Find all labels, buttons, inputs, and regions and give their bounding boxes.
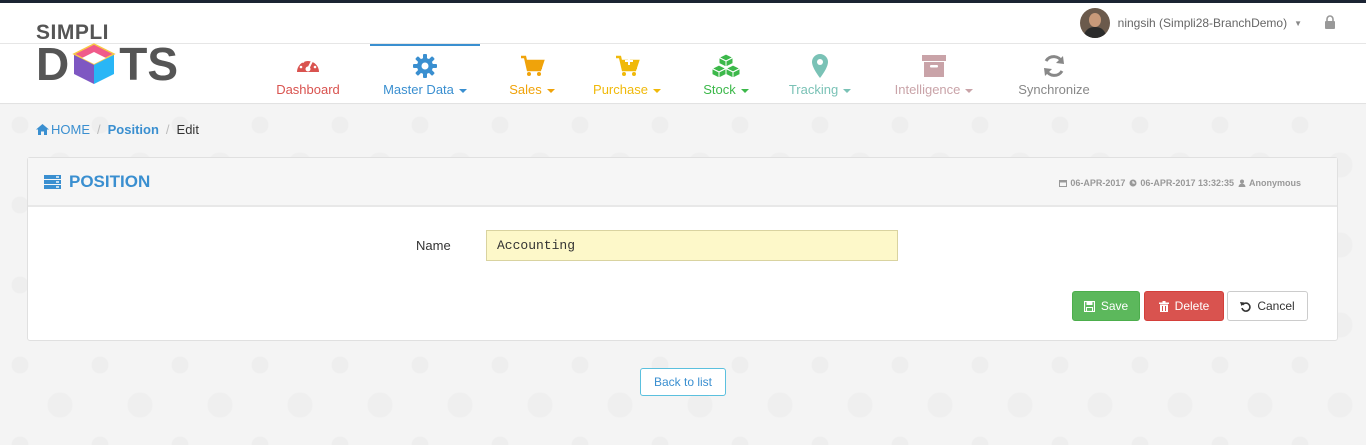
home-icon — [36, 123, 49, 135]
panel-title-text: POSITION — [69, 172, 151, 191]
nav-synchronize[interactable]: Synchronize — [1008, 44, 1100, 104]
breadcrumb-separator: / — [165, 121, 170, 137]
record-meta: 06-APR-2017 06-APR-2017 13:32:35 Anonymo… — [1059, 178, 1305, 188]
delete-button-label: Delete — [1174, 299, 1210, 313]
nav-sales[interactable]: Sales — [500, 44, 564, 104]
caret-down-icon — [652, 88, 661, 93]
logo[interactable]: SIMPLI D TS — [36, 21, 186, 91]
nav-label: Stock — [703, 82, 736, 97]
breadcrumb-current: Edit — [176, 121, 199, 137]
breadcrumb: HOME / Position / Edit — [36, 117, 199, 141]
trash-icon — [1158, 300, 1169, 312]
page-title: POSITION — [44, 172, 150, 192]
logo-letter-d: D — [36, 38, 70, 90]
breadcrumb-home-label: HOME — [51, 121, 90, 137]
save-button-label: Save — [1100, 299, 1129, 313]
cancel-button[interactable]: Cancel — [1227, 291, 1308, 321]
nav-label: Intelligence — [894, 82, 961, 97]
nav-dashboard[interactable]: Dashboard — [266, 44, 350, 104]
user-icon — [1238, 179, 1246, 187]
chevron-down-icon[interactable]: ▼ — [1294, 19, 1302, 28]
delete-button[interactable]: Delete — [1144, 291, 1224, 321]
nav-tracking[interactable]: Tracking — [778, 44, 862, 104]
cancel-button-label: Cancel — [1257, 299, 1295, 313]
calendar-icon — [1059, 180, 1068, 187]
panel-header: POSITION 06-APR-2017 06-APR-2017 13:32:3… — [28, 158, 1337, 207]
cubes-icon — [710, 53, 742, 79]
name-label: Name — [416, 238, 451, 253]
nav-label: Synchronize — [1018, 82, 1090, 97]
breadcrumb-separator: / — [97, 121, 101, 137]
map-marker-icon — [812, 54, 828, 78]
nav-label: Sales — [509, 82, 542, 97]
name-input[interactable] — [486, 230, 898, 261]
user-name[interactable]: ningsih (Simpli28-BranchDemo) — [1118, 16, 1287, 30]
caret-down-icon — [546, 88, 555, 93]
record-author: Anonymous — [1248, 178, 1301, 188]
caret-down-icon — [458, 88, 467, 93]
avatar[interactable] — [1079, 8, 1110, 38]
nav-stock[interactable]: Stock — [690, 44, 762, 104]
caret-down-icon — [740, 88, 749, 93]
caret-down-icon — [965, 88, 974, 93]
gear-icon — [413, 54, 437, 78]
user-menu[interactable]: ningsih (Simpli28-BranchDemo) ▼ — [1079, 7, 1302, 39]
undo-icon — [1240, 301, 1251, 312]
lock-icon[interactable] — [1324, 15, 1336, 29]
caret-down-icon — [843, 88, 852, 93]
cart-plus-icon — [616, 55, 640, 76]
breadcrumb-home[interactable]: HOME — [36, 122, 90, 137]
nav-intelligence[interactable]: Intelligence — [884, 44, 984, 104]
nav-label: Dashboard — [276, 82, 340, 97]
back-to-list-button[interactable]: Back to list — [640, 368, 726, 396]
breadcrumb-position[interactable]: Position — [108, 122, 159, 137]
archive-icon — [922, 55, 946, 77]
position-panel: POSITION 06-APR-2017 06-APR-2017 13:32:3… — [27, 157, 1338, 341]
clock-icon — [1129, 179, 1137, 187]
nav-purchase[interactable]: Purchase — [584, 44, 670, 104]
refresh-icon — [1044, 55, 1064, 77]
main-nav: SIMPLI D TS Dashboard Master Data Sales … — [0, 21, 1366, 104]
cube-logo-icon — [72, 43, 116, 84]
top-bar: ningsih (Simpli28-BranchDemo) ▼ — [0, 3, 1366, 44]
created-date: 06-APR-2017 — [1070, 178, 1126, 188]
nav-label: Tracking — [788, 82, 839, 97]
logo-letters-ts: TS — [119, 38, 179, 90]
server-icon — [44, 175, 61, 189]
nav-label: Purchase — [593, 82, 648, 97]
gauge-icon — [297, 58, 319, 72]
nav-master-data[interactable]: Master Data — [370, 44, 480, 104]
modified-date: 06-APR-2017 13:32:35 — [1140, 178, 1234, 188]
save-button[interactable]: Save — [1072, 291, 1140, 321]
nav-label: Master Data — [383, 82, 454, 97]
cart-icon — [521, 55, 545, 76]
floppy-icon — [1083, 300, 1095, 312]
